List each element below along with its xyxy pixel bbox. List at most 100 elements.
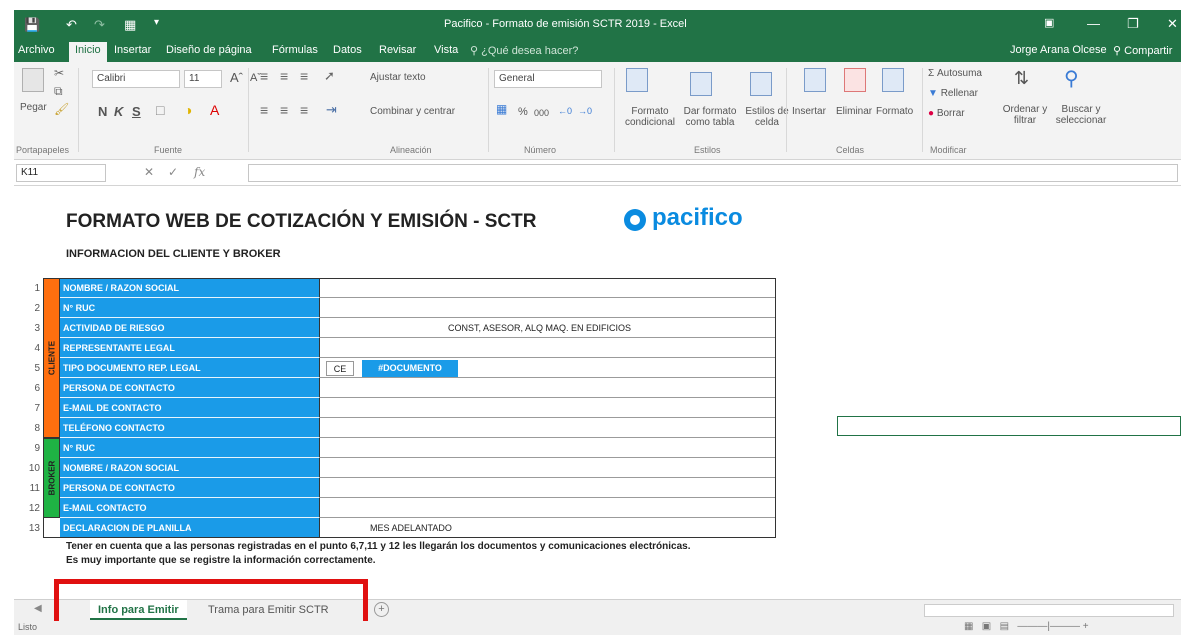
close-icon[interactable]: ✕ xyxy=(1167,16,1178,32)
tell-me-input[interactable]: ⚲ ¿Qué desea hacer? xyxy=(470,44,578,57)
tab-revisar[interactable]: Revisar xyxy=(379,44,416,56)
row-number[interactable]: 4 xyxy=(22,343,40,354)
worksheet[interactable]: FORMATO WEB DE COTIZACIÓN Y EMISIÓN - SC… xyxy=(14,186,1181,599)
delete-cells-icon[interactable] xyxy=(844,68,866,92)
increase-decimal-icon[interactable]: ←0 xyxy=(558,106,572,116)
undo-icon[interactable]: ↶ xyxy=(66,17,77,33)
align-bottom-icon[interactable]: ≡ xyxy=(300,68,308,84)
decrease-decimal-icon[interactable]: →0 xyxy=(578,106,592,116)
font-color-icon[interactable]: A xyxy=(210,102,219,118)
align-center-icon[interactable]: ≡ xyxy=(280,102,288,118)
cell-styles-icon[interactable] xyxy=(750,72,772,96)
user-name[interactable]: Jorge Arana Olcese xyxy=(1010,44,1107,56)
align-left-icon[interactable]: ≡ xyxy=(260,102,268,118)
grow-font-icon[interactable]: Aˆ xyxy=(230,70,243,85)
clear-button[interactable]: ● Borrar xyxy=(928,108,965,119)
row-number[interactable]: 3 xyxy=(22,323,40,334)
align-top-icon[interactable]: ≡ xyxy=(260,68,268,84)
customize-qa-icon[interactable]: ▾ xyxy=(154,17,159,28)
autosum-button[interactable]: Σ Autosuma xyxy=(928,68,982,79)
find-select-icon[interactable]: ⚲ xyxy=(1064,66,1079,91)
enter-icon[interactable]: ✓ xyxy=(168,165,178,179)
cut-icon[interactable]: ✂ xyxy=(54,66,64,80)
row-number[interactable]: 8 xyxy=(22,423,40,434)
align-right-icon[interactable]: ≡ xyxy=(300,102,308,118)
underline-button[interactable]: S xyxy=(132,104,141,119)
cell-styles-button[interactable]: Estilos de celda xyxy=(744,106,790,128)
tab-diseno-pagina[interactable]: Diseño de página xyxy=(166,44,252,56)
row-number[interactable]: 7 xyxy=(22,403,40,414)
insert-cells-icon[interactable] xyxy=(804,68,826,92)
row-number[interactable]: 1 xyxy=(22,283,40,294)
format-cells-icon[interactable] xyxy=(882,68,904,92)
format-cells-button[interactable]: Formato xyxy=(876,106,913,117)
field-value-cell[interactable] xyxy=(320,398,776,418)
formula-input[interactable] xyxy=(248,164,1178,182)
field-value-cell[interactable] xyxy=(320,438,776,458)
wrap-text-button[interactable]: Ajustar texto xyxy=(370,72,426,83)
redo-icon[interactable]: ↷ xyxy=(94,17,105,33)
documento-button[interactable]: #DOCUMENTO xyxy=(362,360,458,377)
find-select-button[interactable]: Buscar y seleccionar xyxy=(1052,104,1110,126)
new-sheet-button[interactable]: + xyxy=(374,602,389,617)
tab-vista[interactable]: Vista xyxy=(434,44,458,56)
copy-icon[interactable]: ⧉ xyxy=(54,84,63,99)
tab-datos[interactable]: Datos xyxy=(333,44,362,56)
bold-button[interactable]: N xyxy=(98,104,107,119)
field-value-cell[interactable] xyxy=(320,458,776,478)
row-number[interactable]: 10 xyxy=(22,463,40,474)
number-format-select[interactable]: General xyxy=(494,70,602,88)
tab-insertar[interactable]: Insertar xyxy=(114,44,151,56)
field-value-cell[interactable] xyxy=(320,338,776,358)
row-number[interactable]: 2 xyxy=(22,303,40,314)
share-button[interactable]: ⚲ Compartir xyxy=(1113,44,1172,57)
view-buttons[interactable]: ▦ ▣ ▤ ———|——— + xyxy=(964,621,1089,632)
doc-type-cell[interactable]: CE xyxy=(326,361,354,376)
field-value-cell[interactable] xyxy=(320,498,776,518)
maximize-icon[interactable]: ❐ xyxy=(1127,16,1139,32)
selected-cell[interactable] xyxy=(837,416,1181,436)
row-number[interactable]: 9 xyxy=(22,443,40,454)
field-value-cell[interactable] xyxy=(320,298,776,318)
borders-icon[interactable]: □ xyxy=(156,102,164,118)
cancel-icon[interactable]: ✕ xyxy=(144,165,154,179)
paste-label[interactable]: Pegar xyxy=(20,102,47,113)
field-value-cell[interactable] xyxy=(320,418,776,438)
insert-cells-button[interactable]: Insertar xyxy=(792,106,826,117)
indent-icon[interactable]: ⇥ xyxy=(326,102,337,118)
format-as-table-icon[interactable] xyxy=(690,72,712,96)
field-value-cell[interactable] xyxy=(320,478,776,498)
accounting-format-icon[interactable]: ▦ xyxy=(496,102,507,116)
row-number[interactable]: 11 xyxy=(22,483,40,494)
format-painter-icon[interactable]: 🖌 xyxy=(54,102,69,116)
fill-button[interactable]: ▼ Rellenar xyxy=(928,88,978,99)
align-middle-icon[interactable]: ≡ xyxy=(280,68,288,84)
orientation-icon[interactable]: ➚ xyxy=(324,68,335,84)
form-icon[interactable]: ▦ xyxy=(124,17,136,33)
comma-style-button[interactable]: 000 xyxy=(534,108,549,118)
tab-inicio[interactable]: Inicio xyxy=(69,42,107,62)
save-icon[interactable]: 💾 xyxy=(24,17,40,33)
paste-icon[interactable] xyxy=(22,68,44,92)
horizontal-scrollbar[interactable] xyxy=(924,604,1174,617)
delete-cells-button[interactable]: Eliminar xyxy=(836,106,872,117)
sort-filter-button[interactable]: Ordenar y filtrar xyxy=(1000,104,1050,126)
scroll-tabs-left-icon[interactable]: ◀ xyxy=(34,603,42,614)
row-number[interactable]: 12 xyxy=(22,503,40,514)
row-number[interactable]: 6 xyxy=(22,383,40,394)
tab-formulas[interactable]: Fórmulas xyxy=(272,44,318,56)
insert-function-button[interactable]: fx xyxy=(194,165,205,179)
sort-filter-icon[interactable]: ⇅ xyxy=(1014,68,1029,89)
conditional-format-button[interactable]: Formato condicional xyxy=(619,106,681,128)
tab-archivo[interactable]: Archivo xyxy=(18,44,55,56)
field-value-cell[interactable] xyxy=(320,378,776,398)
field-value-cell[interactable]: MES ADELANTADO xyxy=(320,518,776,538)
name-box[interactable]: K11 xyxy=(16,164,106,182)
italic-button[interactable]: K xyxy=(114,104,123,119)
percent-button[interactable]: % xyxy=(518,106,528,118)
field-value-cell[interactable]: CE #DOCUMENTO xyxy=(320,358,776,378)
fill-color-icon[interactable]: ◑ xyxy=(184,102,192,118)
row-number[interactable]: 13 xyxy=(22,523,40,534)
field-value-cell[interactable]: CONST, ASESOR, ALQ MAQ. EN EDIFICIOS xyxy=(320,318,776,338)
font-name-select[interactable]: Calibri xyxy=(92,70,180,88)
